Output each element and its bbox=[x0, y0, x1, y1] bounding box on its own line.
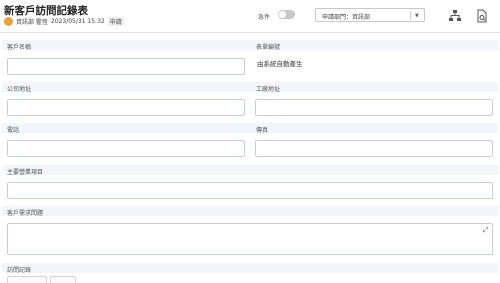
row-header bbox=[2, 165, 498, 175]
dept-select[interactable]: 申請部門：資訊部 ▼ bbox=[315, 8, 425, 22]
main-business-input[interactable] bbox=[7, 182, 493, 199]
form-no-value: 由系統自動產生 bbox=[257, 60, 303, 68]
main-business-label: 主要營業項目 bbox=[7, 169, 44, 176]
customer-needs-label: 客戶需求問題 bbox=[7, 210, 44, 217]
phone-input[interactable] bbox=[7, 140, 245, 157]
visit-record-label: 訪問記錄 bbox=[7, 267, 32, 274]
org-chart-button[interactable] bbox=[448, 8, 462, 22]
dept-user: 資訊部 霍恆 bbox=[16, 18, 48, 26]
avatar bbox=[4, 16, 13, 26]
select-divider bbox=[410, 11, 411, 20]
fax-label: 傳真 bbox=[256, 127, 269, 134]
document-search-icon bbox=[477, 9, 487, 23]
document-search-button[interactable] bbox=[475, 8, 489, 23]
row-header bbox=[2, 40, 498, 50]
customer-name-input[interactable] bbox=[7, 58, 245, 75]
dept-select-value: 申請部門：資訊部 bbox=[322, 14, 371, 21]
form-meta: 資訊部 霍恆 2023/05/31 15:32 申請 bbox=[4, 15, 124, 27]
status-badge: 申請 bbox=[107, 16, 124, 26]
urgent-label: 急件 bbox=[258, 14, 271, 21]
toggle-knob bbox=[279, 11, 286, 18]
visit-record-tab[interactable] bbox=[50, 276, 76, 283]
form-no-label: 表單編號 bbox=[256, 44, 281, 51]
row-header bbox=[2, 206, 498, 216]
row-header bbox=[2, 263, 498, 273]
fax-input[interactable] bbox=[255, 140, 493, 157]
chevron-down-icon: ▼ bbox=[415, 13, 419, 19]
company-address-input[interactable] bbox=[7, 99, 245, 116]
customer-name-label: 客戶名稱 bbox=[7, 44, 32, 51]
factory-address-input[interactable] bbox=[255, 99, 493, 116]
customer-needs-textarea[interactable] bbox=[7, 223, 493, 255]
header-divider bbox=[0, 32, 500, 33]
company-address-label: 公司地址 bbox=[7, 86, 32, 93]
org-chart-icon bbox=[449, 10, 461, 21]
form-datetime: 2023/05/31 15:32 bbox=[50, 17, 105, 25]
urgent-toggle[interactable] bbox=[278, 10, 295, 19]
factory-address-label: 工廠地址 bbox=[256, 86, 281, 93]
phone-label: 電話 bbox=[7, 127, 20, 134]
expand-icon[interactable]: ⤢ bbox=[483, 226, 489, 235]
row-header bbox=[2, 123, 498, 133]
row-header bbox=[2, 82, 498, 92]
visit-record-tab[interactable] bbox=[7, 276, 47, 283]
